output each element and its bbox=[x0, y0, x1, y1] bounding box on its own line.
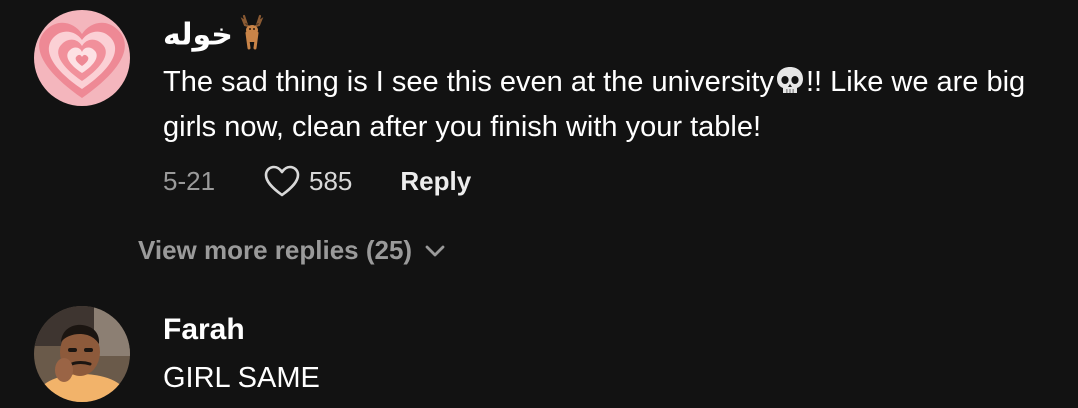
view-more-replies-label: View more replies (25) bbox=[138, 235, 413, 265]
heart-outline-icon bbox=[264, 165, 300, 197]
comment-text-part1: The sad thing is I see this even at the … bbox=[163, 66, 774, 98]
deer-emoji-icon bbox=[235, 14, 269, 59]
chevron-down-icon bbox=[425, 245, 445, 256]
avatar[interactable] bbox=[34, 10, 130, 106]
comment-text: The sad thing is I see this even at the … bbox=[163, 60, 1063, 150]
comment-meta: 5-21 585 Reply bbox=[163, 162, 471, 200]
pink-heart-avatar-icon bbox=[34, 10, 130, 106]
comment-text: GIRL SAME bbox=[163, 362, 320, 394]
comment-username[interactable]: Farah bbox=[163, 312, 245, 348]
comment-date: 5-21 bbox=[163, 165, 216, 196]
skull-emoji-icon bbox=[776, 67, 803, 93]
username-text: خوله bbox=[163, 18, 233, 52]
view-more-replies-button[interactable]: View more replies (25) bbox=[138, 235, 446, 266]
reply-button[interactable]: Reply bbox=[400, 166, 471, 197]
like-count: 585 bbox=[309, 165, 353, 196]
comment-username[interactable]: خوله bbox=[163, 14, 269, 59]
man-photo-avatar-icon bbox=[34, 306, 130, 402]
like-button[interactable]: 585 bbox=[263, 164, 352, 198]
avatar[interactable] bbox=[34, 306, 130, 402]
